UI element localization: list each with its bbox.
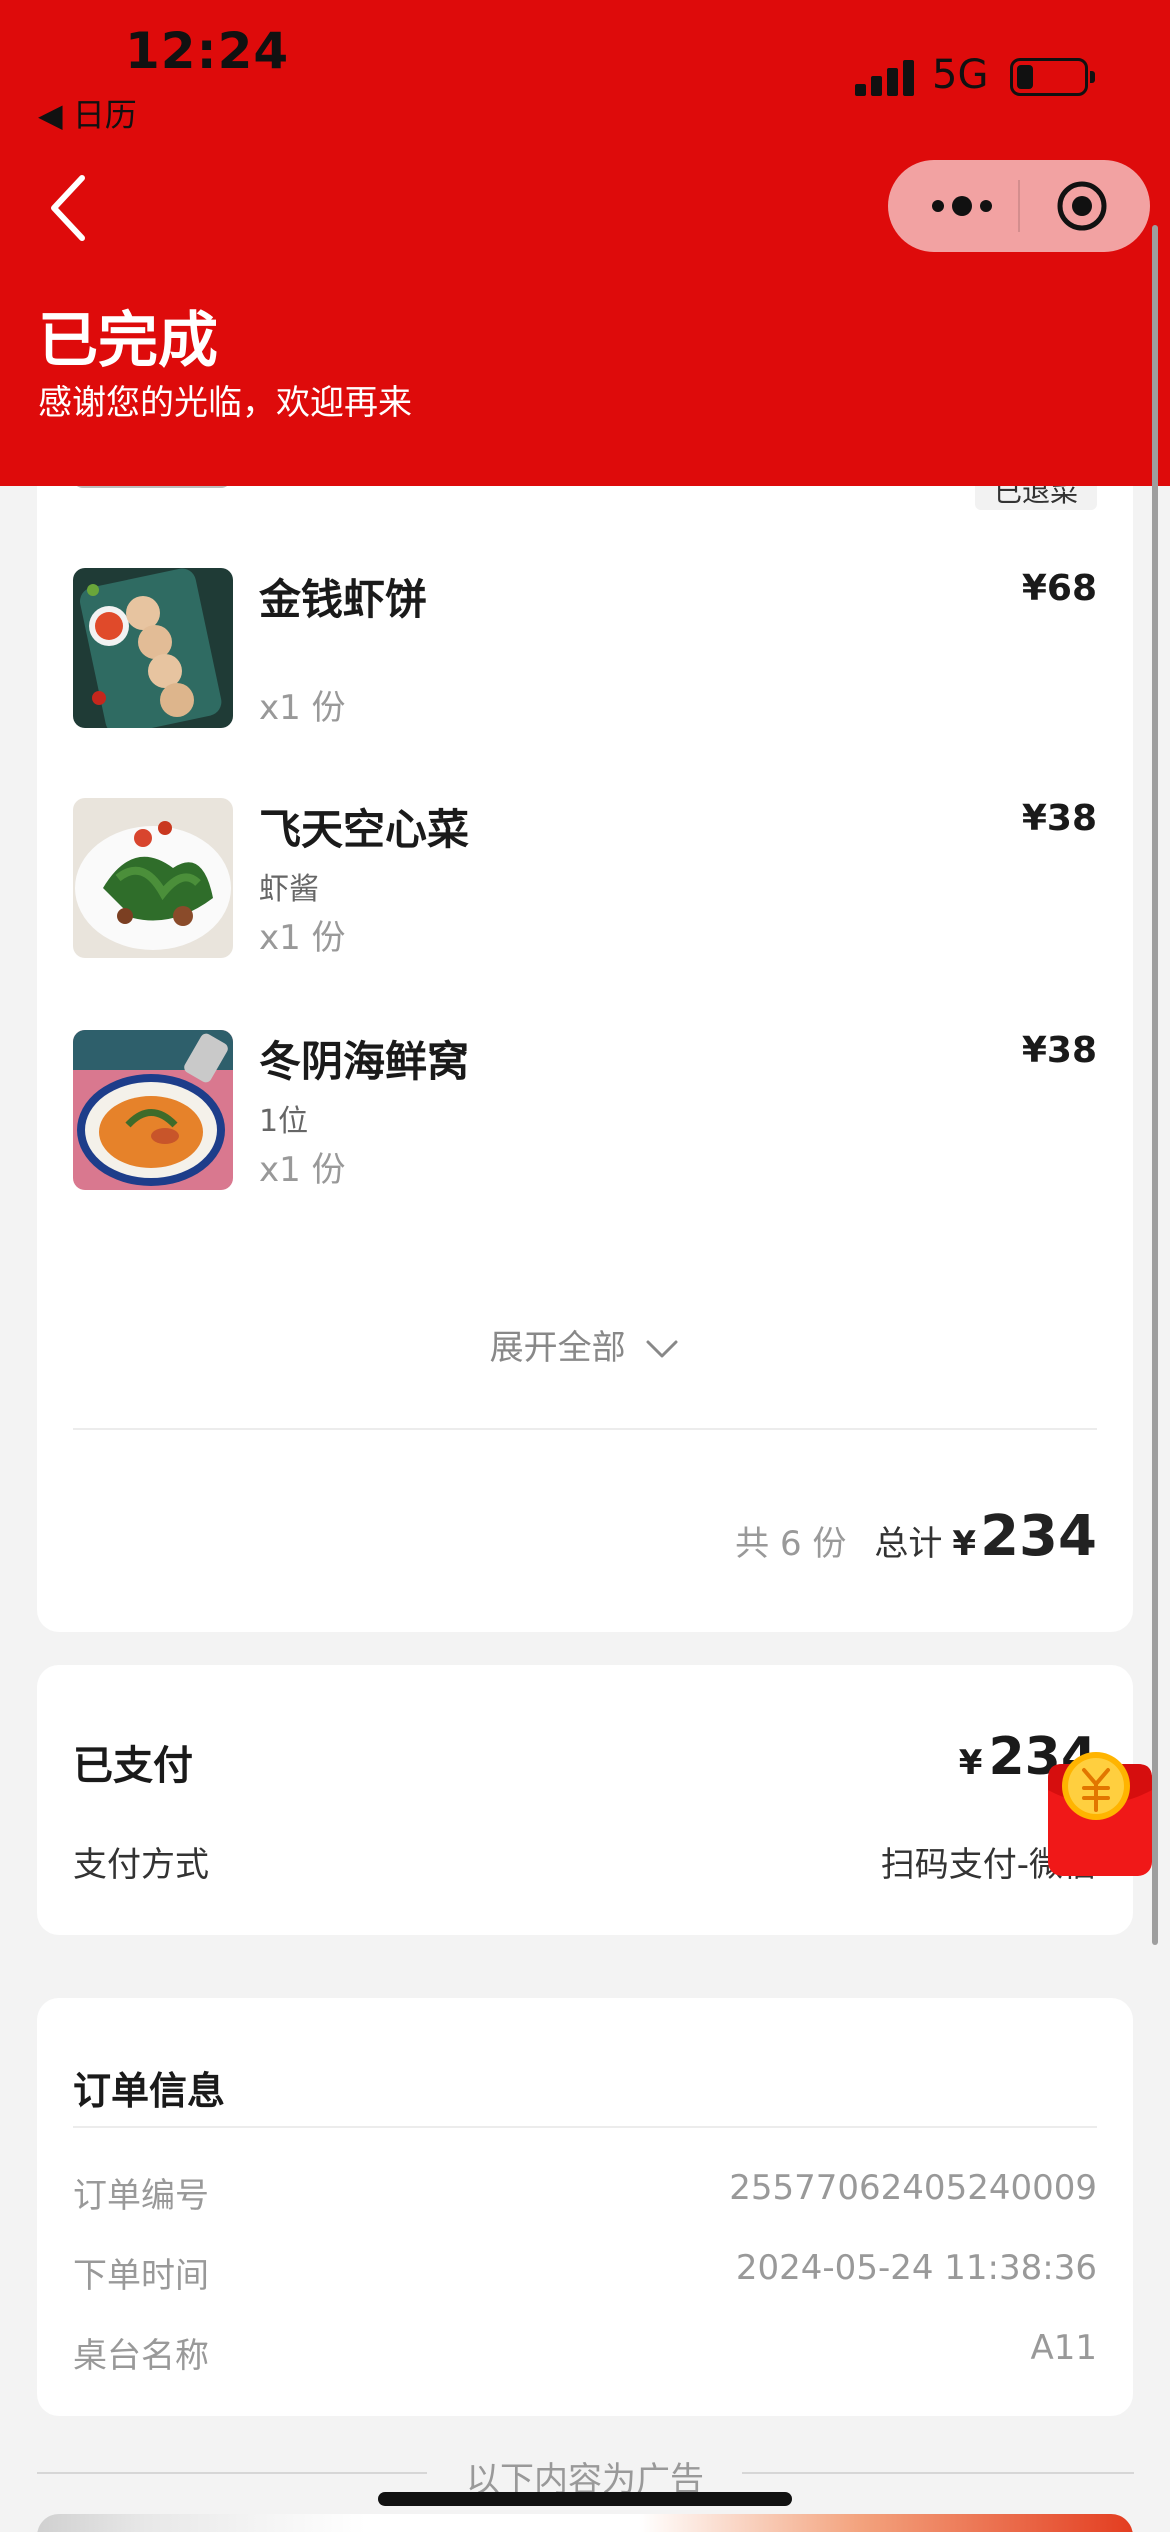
table-name-label: 桌台名称 bbox=[73, 2336, 209, 2376]
capsule-divider bbox=[1018, 180, 1020, 232]
chevron-left-icon bbox=[51, 175, 85, 241]
divider bbox=[73, 2126, 1097, 2128]
list-item[interactable]: 冬阴海鲜窝 1位 x1 份 ¥38 bbox=[73, 1030, 1097, 1190]
dish-name: 飞天空心菜 bbox=[259, 805, 470, 854]
back-to-app-link[interactable]: ◀ 日历 bbox=[38, 90, 137, 136]
order-time-value: 2024-05-24 11:38:36 bbox=[735, 2248, 1097, 2288]
network-type: 5G bbox=[932, 52, 989, 98]
item-count: 共 6 份 bbox=[735, 1524, 847, 1564]
divider bbox=[73, 1428, 1097, 1430]
close-mini-program-button[interactable] bbox=[1056, 180, 1108, 232]
order-time-label: 下单时间 bbox=[73, 2256, 209, 2296]
dish-name: 冬阴海鲜窝 bbox=[259, 1037, 470, 1086]
order-number-label: 订单编号 bbox=[73, 2176, 209, 2216]
status-time: 12:24 bbox=[125, 22, 290, 80]
payment-card: 已支付 ¥234 支付方式 扫码支付-微信 bbox=[37, 1665, 1133, 1935]
order-number-row: 订单编号 25577062405240009 bbox=[73, 2168, 1097, 2217]
dish-quantity: x1 份 bbox=[259, 918, 346, 958]
red-envelope-icon bbox=[1048, 1752, 1152, 1876]
order-status-subtitle: 感谢您的光临，欢迎再来 bbox=[38, 383, 412, 423]
expand-all-button[interactable]: 展开全部 bbox=[37, 1320, 1133, 1369]
dish-price: ¥68 bbox=[1021, 568, 1097, 609]
dish-spec: 1位 bbox=[259, 1104, 309, 1139]
dish-price: ¥38 bbox=[1021, 798, 1097, 839]
expand-all-label: 展开全部 bbox=[489, 1328, 626, 1368]
paid-label: 已支付 bbox=[73, 1743, 193, 1789]
table-name-row: 桌台名称 A11 bbox=[73, 2328, 1097, 2377]
back-button[interactable] bbox=[40, 168, 100, 248]
dish-quantity: x1 份 bbox=[259, 688, 346, 728]
list-item[interactable]: 飞天空心菜 虾酱 x1 份 ¥38 bbox=[73, 798, 1097, 958]
order-info-card: 订单信息 订单编号 25577062405240009 下单时间 2024-05… bbox=[37, 1998, 1133, 2416]
order-time-row: 下单时间 2024-05-24 11:38:36 bbox=[73, 2248, 1097, 2297]
more-button[interactable] bbox=[922, 182, 1002, 230]
chevron-down-icon bbox=[646, 1340, 678, 1357]
mini-program-capsule bbox=[888, 160, 1150, 252]
more-dots-icon bbox=[932, 196, 992, 216]
dish-image bbox=[73, 1030, 233, 1190]
order-info-title: 订单信息 bbox=[73, 2069, 226, 2113]
dish-spec: 虾酱 bbox=[259, 872, 319, 907]
red-envelope-button[interactable] bbox=[1044, 1744, 1156, 1880]
target-circle-icon bbox=[1057, 181, 1107, 231]
dish-name: 金钱虾饼 bbox=[259, 575, 428, 624]
payment-method-label: 支付方式 bbox=[73, 1845, 209, 1885]
order-totals: 共 6 份 总计 ¥ 234 bbox=[735, 1504, 1097, 1569]
signal-icon bbox=[855, 58, 915, 96]
total-amount: 234 bbox=[980, 1504, 1097, 1569]
dish-price: ¥38 bbox=[1021, 1030, 1097, 1071]
table-name-value: A11 bbox=[1030, 2328, 1097, 2368]
home-indicator[interactable] bbox=[378, 2492, 792, 2506]
order-items-card: 已退菜 金钱虾饼 x1 份 ¥68 飞天空心菜 虾酱 x1 份 ¥38 冬阴海鲜… bbox=[37, 410, 1133, 1632]
currency-symbol: ¥ bbox=[958, 1743, 983, 1783]
total-label: 总计 bbox=[874, 1524, 943, 1564]
ad-divider-right bbox=[742, 2472, 1134, 2474]
ad-banner[interactable] bbox=[37, 2514, 1133, 2532]
order-status-title: 已完成 bbox=[38, 306, 218, 376]
list-item[interactable]: 金钱虾饼 x1 份 ¥68 bbox=[73, 568, 1097, 728]
dish-quantity: x1 份 bbox=[259, 1150, 346, 1190]
dish-image bbox=[73, 568, 233, 728]
currency-symbol: ¥ bbox=[952, 1524, 977, 1564]
order-number-value[interactable]: 25577062405240009 bbox=[729, 2168, 1097, 2208]
scrollbar[interactable] bbox=[1152, 225, 1158, 1945]
dish-image bbox=[73, 798, 233, 958]
header-bar: 12:24 ◀ 日历 5G 已完成 感谢您的光临，欢迎再来 bbox=[0, 0, 1170, 486]
battery-icon bbox=[1010, 58, 1095, 96]
